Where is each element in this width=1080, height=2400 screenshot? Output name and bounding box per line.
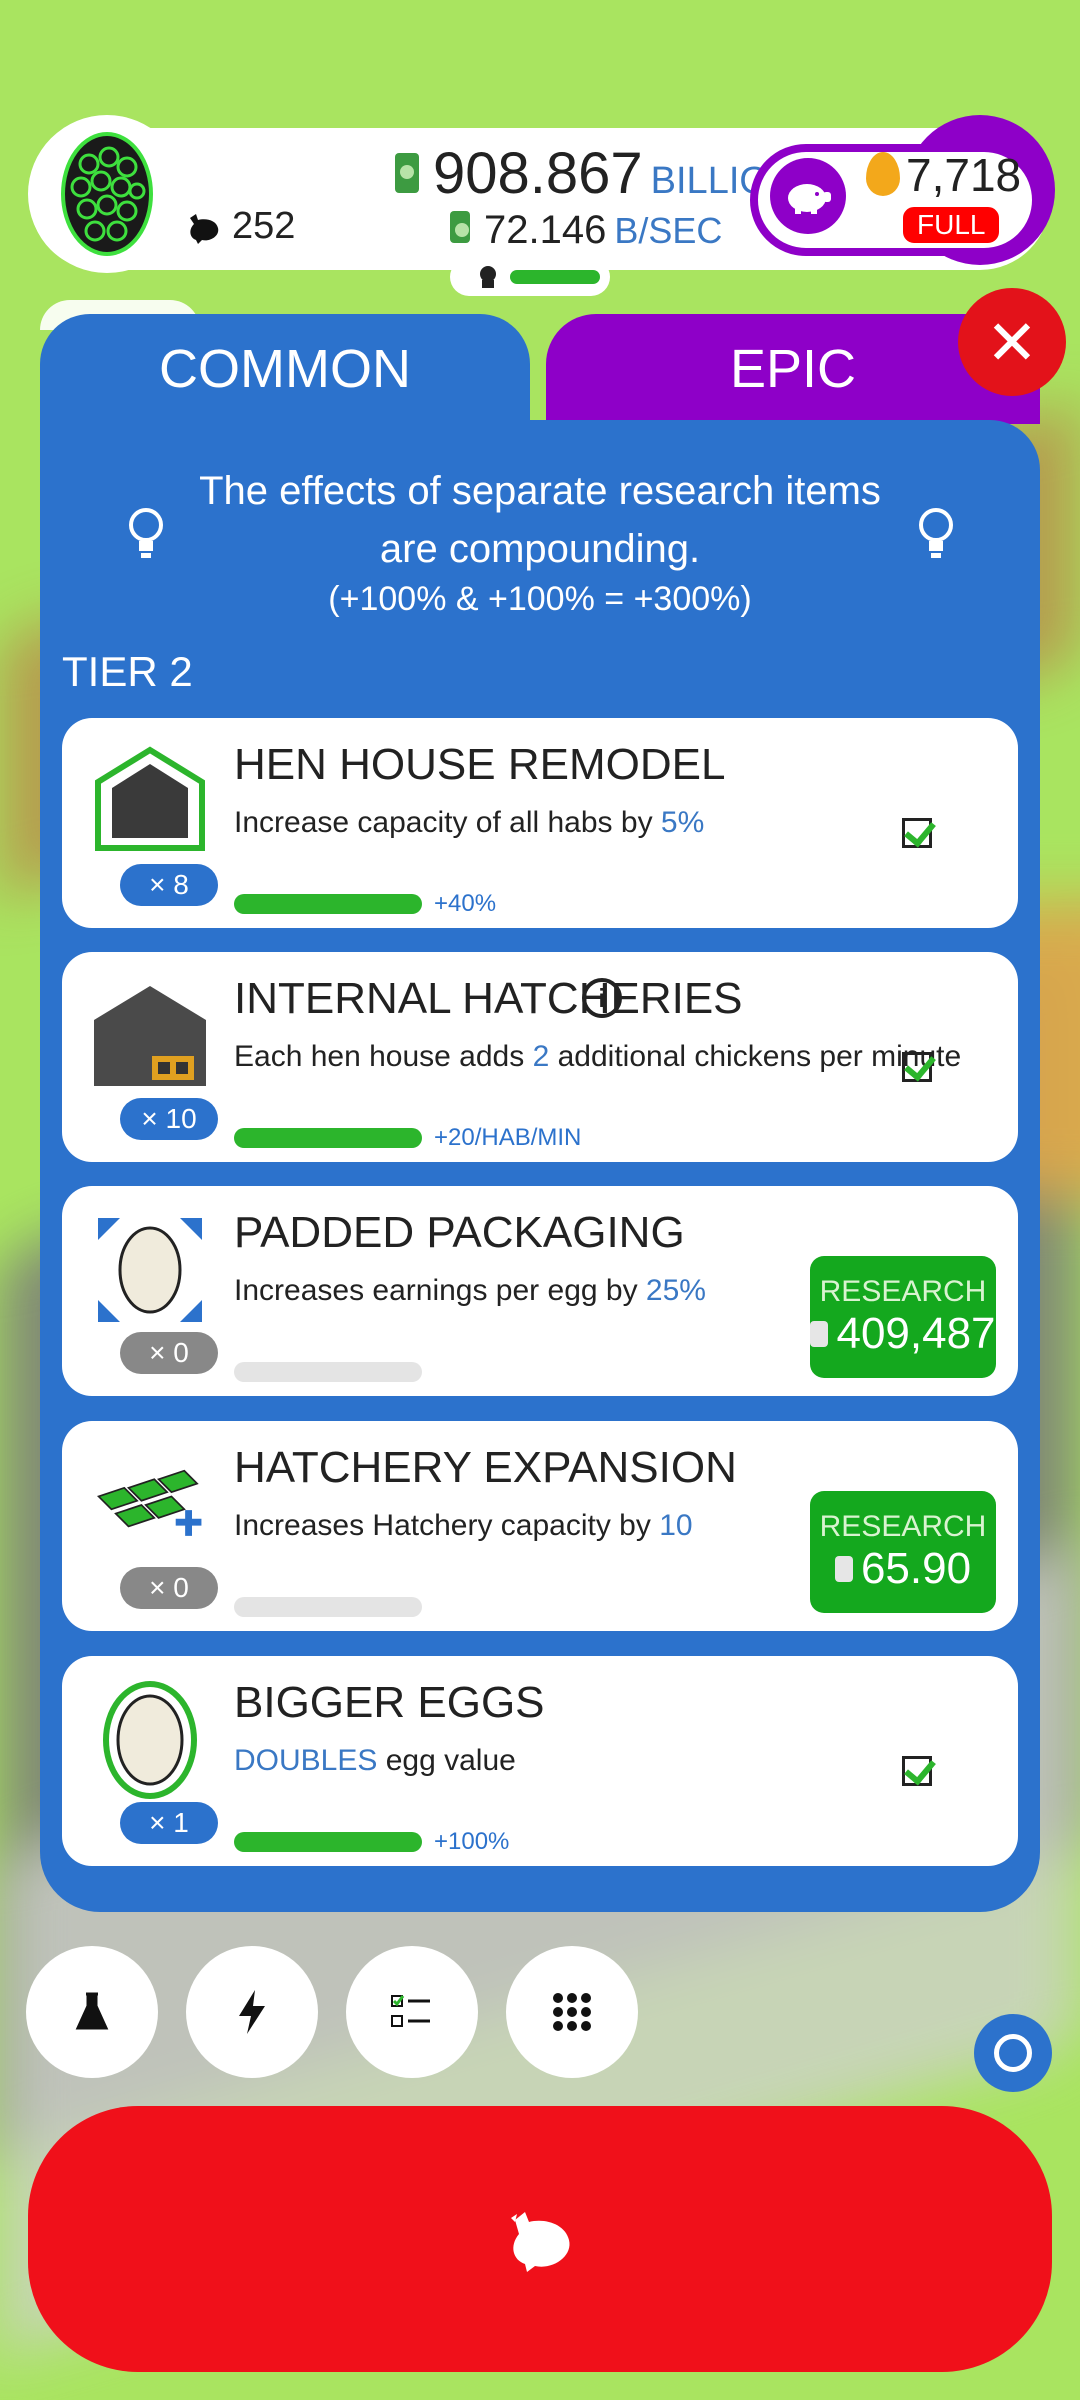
piggy-bank-button[interactable]: [770, 158, 846, 234]
chick-icon: [480, 266, 496, 288]
research-menu-button[interactable]: [26, 1946, 158, 2078]
research-info-text: The effects of separate research items a…: [199, 469, 881, 571]
circle-icon: [994, 2034, 1032, 2072]
money-rate: 72.146 B/SEC: [450, 208, 722, 253]
bigger-egg-icon: [103, 1681, 197, 1799]
research-card-padded-packaging: × 0 PADDED PACKAGING Increases earnings …: [62, 1186, 1018, 1396]
chicken-icon: [190, 213, 219, 244]
padded-egg-icon: [98, 1218, 202, 1322]
research-button[interactable]: RESEARCH 65.90: [810, 1491, 996, 1613]
drone-progress: [450, 258, 610, 296]
cash-icon: [834, 1556, 853, 1582]
checkmark-icon: [902, 1756, 932, 1786]
cash-icon: [450, 211, 470, 243]
research-card-bigger-eggs: × 1 BIGGER EGGS DOUBLES egg value +100%: [62, 1656, 1018, 1866]
missions-button[interactable]: [346, 1946, 478, 2078]
checklist-icon: [391, 1995, 430, 2027]
cash-icon: [810, 1321, 829, 1347]
flask-icon: [75, 1992, 109, 2030]
boosts-button[interactable]: [186, 1946, 318, 2078]
chicken-icon: [511, 2212, 570, 2272]
progress-bar: [234, 1362, 422, 1382]
hatchery-expansion-icon: [96, 1469, 202, 1536]
piggy-bank-icon: [788, 184, 831, 214]
overlay-toggle-button[interactable]: [974, 2014, 1052, 2092]
chicken-count: 252: [186, 205, 295, 248]
lightning-icon: [239, 1990, 265, 2034]
research-card-hen-house-remodel: × 8 HEN HOUSE REMODEL Increase capacity …: [62, 718, 1018, 928]
hatch-chicken-button[interactable]: [28, 2106, 1052, 2372]
piggy-full-badge: FULL: [900, 204, 1003, 246]
current-egg-icon[interactable]: [28, 115, 186, 273]
grid-icon: [553, 1993, 591, 2031]
progress-bar: [510, 270, 600, 284]
hatchery-house-icon: [94, 986, 206, 1086]
progress-bar: [234, 1832, 422, 1852]
info-icon[interactable]: i: [582, 978, 622, 1018]
research-button[interactable]: RESEARCH 409,487: [810, 1256, 996, 1378]
research-card-internal-hatcheries: × 10 INTERNAL HATCHERIES i Each hen hous…: [62, 952, 1018, 1162]
hen-house-icon: [95, 746, 205, 851]
money-total: 908.867 BILLION: [395, 140, 796, 207]
checkmark-icon: [902, 1052, 932, 1082]
golden-egg-icon: [866, 152, 900, 196]
progress-bar: [234, 1597, 422, 1617]
lightbulb-icon: [129, 508, 163, 558]
golden-egg-count: 7,718: [906, 149, 1022, 201]
research-info-formula: (+100% & +100% = +300%): [328, 580, 752, 618]
close-button[interactable]: ✕: [958, 288, 1066, 396]
research-card-hatchery-expansion: × 0 HATCHERY EXPANSION Increases Hatcher…: [62, 1421, 1018, 1631]
menu-grid-button[interactable]: [506, 1946, 638, 2078]
checkmark-icon: [902, 818, 932, 848]
close-icon: ✕: [986, 308, 1038, 378]
progress-bar: [234, 894, 422, 914]
lightbulb-icon: [919, 508, 953, 558]
cash-icon: [395, 153, 419, 193]
tier-label: TIER 2: [62, 648, 193, 695]
progress-bar: [234, 1128, 422, 1148]
